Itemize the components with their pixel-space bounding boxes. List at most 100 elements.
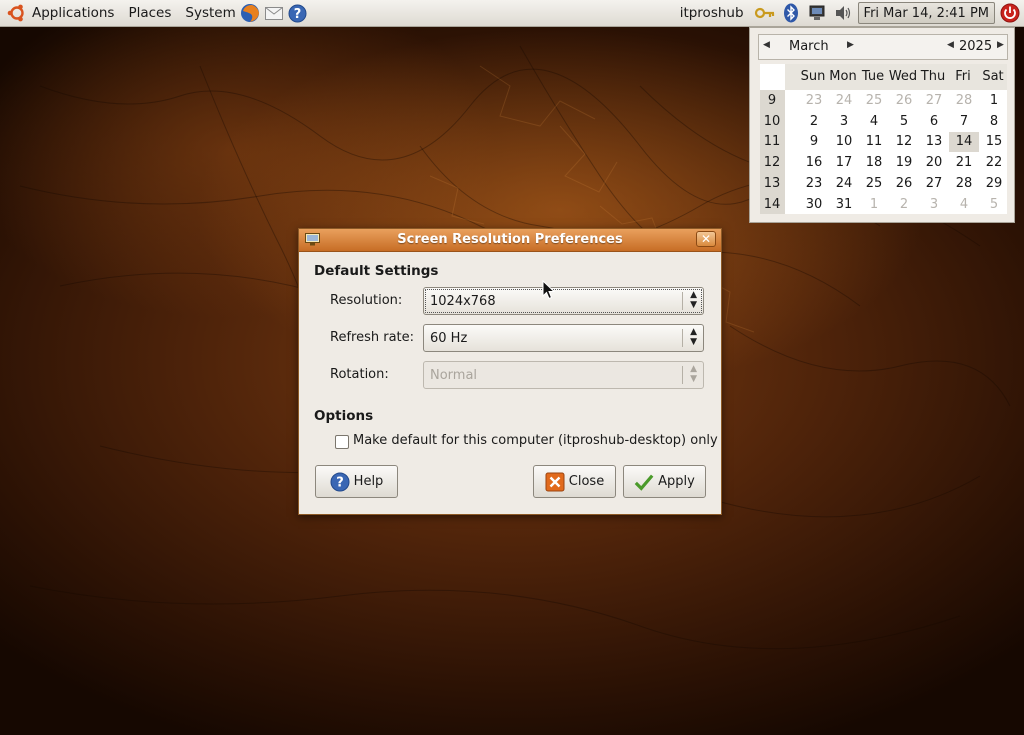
clock-text: Fri Mar 14, 2:41 PM <box>863 5 989 21</box>
make-default-label[interactable]: Make default for this computer (itproshu… <box>353 433 718 448</box>
calendar-day[interactable]: 23 <box>799 91 829 111</box>
calendar-day[interactable]: 2 <box>799 112 829 132</box>
calendar-header: ◀ March ▶ ◀ 2025 ▶ <box>758 34 1008 60</box>
combo-separator <box>682 366 683 384</box>
help-button[interactable]: ? Help <box>315 465 398 498</box>
shutdown-button[interactable] <box>999 2 1021 24</box>
svg-text:?: ? <box>294 7 302 22</box>
applications-menu[interactable]: Applications <box>0 0 121 26</box>
calendar-day[interactable]: 3 <box>829 112 859 132</box>
mail-launcher[interactable] <box>264 3 284 23</box>
calendar-day[interactable]: 10 <box>829 132 859 152</box>
calendar-day[interactable]: 18 <box>859 153 889 173</box>
calendar-day[interactable]: 15 <box>979 132 1009 152</box>
keyring-applet[interactable] <box>754 2 776 24</box>
window-close-button[interactable]: ✕ <box>696 231 716 247</box>
calendar-day[interactable]: 17 <box>829 153 859 173</box>
calendar-day[interactable]: 29 <box>979 174 1009 194</box>
dialog-titlebar[interactable]: Screen Resolution Preferences ✕ <box>299 229 721 252</box>
calendar-day[interactable]: 25 <box>859 174 889 194</box>
ubuntu-logo-icon <box>7 4 24 22</box>
prev-year-icon[interactable]: ◀ <box>947 40 954 50</box>
rotation-value: Normal <box>430 368 478 383</box>
next-month-icon[interactable]: ▶ <box>847 40 854 50</box>
calendar-day[interactable]: 27 <box>919 91 949 111</box>
system-menu[interactable]: System <box>178 0 237 26</box>
bluetooth-applet[interactable] <box>780 2 802 24</box>
calendar-day[interactable]: 19 <box>889 153 919 173</box>
calendar-day-header: Wed <box>888 69 918 84</box>
system-tray: itproshub Fri Mar 14, 2:41 PM <box>680 0 1024 26</box>
combo-separator <box>682 329 683 347</box>
calendar-day[interactable]: 23 <box>799 174 829 194</box>
resolution-combo[interactable]: 1024x768 ▲ ▼ <box>423 287 704 315</box>
calendar-week-number: 13 <box>763 175 781 191</box>
calendar-day[interactable]: 9 <box>799 132 829 152</box>
calendar-day[interactable]: 12 <box>889 132 919 152</box>
calendar-day[interactable]: 4 <box>949 195 979 215</box>
calendar-day[interactable]: 8 <box>979 112 1009 132</box>
make-default-checkbox[interactable] <box>335 435 349 449</box>
calendar-day[interactable]: 30 <box>799 195 829 215</box>
help-button-label: Help <box>353 474 384 489</box>
clock-applet[interactable]: Fri Mar 14, 2:41 PM <box>857 2 995 24</box>
calendar-day[interactable]: 4 <box>859 112 889 132</box>
checkmark-icon <box>634 472 654 492</box>
applications-menu-label: Applications <box>32 5 115 21</box>
calendar-day[interactable]: 11 <box>859 132 889 152</box>
calendar-day[interactable]: 13 <box>919 132 949 152</box>
calendar-day[interactable]: 26 <box>889 174 919 194</box>
calendar-day[interactable]: 28 <box>949 174 979 194</box>
calendar-day[interactable]: 6 <box>919 112 949 132</box>
calendar-day[interactable]: 24 <box>829 174 859 194</box>
calendar-day[interactable]: 1 <box>979 91 1009 111</box>
calendar-day-selected[interactable]: 14 <box>949 132 979 153</box>
power-icon <box>1000 3 1020 23</box>
next-year-icon[interactable]: ▶ <box>997 40 1004 50</box>
calendar-day[interactable]: 28 <box>949 91 979 111</box>
calendar-day-header: Sun <box>800 69 826 84</box>
rotation-combo[interactable]: Normal ▲ ▼ <box>423 361 704 389</box>
calendar-day-header: Fri <box>955 69 971 84</box>
calendar-week-number: 10 <box>763 113 781 129</box>
calendar-week-number: 11 <box>763 134 781 150</box>
help-launcher[interactable]: ? <box>288 3 308 23</box>
calendar-day[interactable]: 1 <box>859 195 889 215</box>
calendar-day[interactable]: 26 <box>889 91 919 111</box>
calendar-day[interactable]: 21 <box>949 153 979 173</box>
calendar-week-number: 14 <box>763 196 781 212</box>
options-heading: Options <box>314 408 374 424</box>
spin-arrows-icon: ▲ ▼ <box>690 327 697 347</box>
screen-resolution-dialog: Screen Resolution Preferences ✕ Default … <box>298 228 722 515</box>
places-menu[interactable]: Places <box>121 0 178 26</box>
calendar-day-header: Tue <box>861 69 885 84</box>
calendar-day-header: Sat <box>982 69 1004 84</box>
calendar-day[interactable]: 7 <box>949 112 979 132</box>
calendar-day[interactable]: 24 <box>829 91 859 111</box>
close-button[interactable]: Close <box>533 465 616 498</box>
calendar-day[interactable]: 5 <box>889 112 919 132</box>
calendar-day[interactable]: 25 <box>859 91 889 111</box>
apply-button[interactable]: Apply <box>623 465 706 498</box>
calendar-day[interactable]: 20 <box>919 153 949 173</box>
refresh-rate-combo[interactable]: 60 Hz ▲ ▼ <box>423 324 704 352</box>
calendar-day-header: Mon <box>829 69 857 84</box>
username-label[interactable]: itproshub <box>680 5 744 21</box>
calendar-day[interactable]: 3 <box>919 195 949 215</box>
firefox-icon <box>240 4 259 22</box>
firefox-launcher[interactable] <box>240 3 260 23</box>
network-applet[interactable] <box>806 2 828 24</box>
keys-icon <box>754 7 774 19</box>
calendar-day[interactable]: 5 <box>979 195 1009 215</box>
calendar-day[interactable]: 31 <box>829 195 859 215</box>
calendar-day[interactable]: 22 <box>979 153 1009 173</box>
calendar-day[interactable]: 2 <box>889 195 919 215</box>
volume-applet[interactable] <box>832 2 854 24</box>
calendar-day[interactable]: 16 <box>799 153 829 173</box>
spin-arrows-icon: ▲ ▼ <box>690 364 697 384</box>
resolution-label: Resolution: <box>330 293 403 308</box>
default-settings-heading: Default Settings <box>314 263 439 279</box>
prev-month-icon[interactable]: ◀ <box>763 40 770 50</box>
calendar-day[interactable]: 27 <box>919 174 949 194</box>
network-icon <box>809 5 825 20</box>
